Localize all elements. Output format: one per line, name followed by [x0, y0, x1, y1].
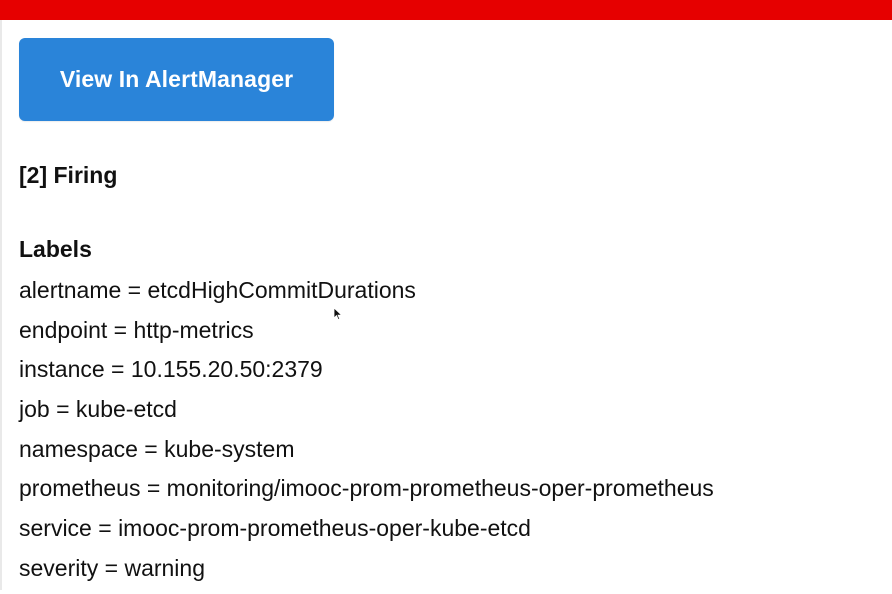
label-item-endpoint: endpoint = http-metrics: [19, 316, 254, 343]
label-item-instance: instance = 10.155.20.50:2379: [19, 356, 323, 383]
label-item-alertname: alertname = etcdHighCommitDurations: [19, 277, 416, 303]
mouse-cursor-icon: [333, 307, 343, 321]
top-alert-bar: [0, 0, 892, 20]
firing-count-heading: [2] Firing: [19, 162, 118, 188]
label-item-job: job = kube-etcd: [19, 396, 177, 423]
label-item-service: service = imooc-prom-prometheus-oper-kub…: [19, 515, 531, 542]
labels-list: alertname = etcdHighCommitDurations endp…: [19, 276, 714, 594]
left-border: [0, 20, 2, 590]
label-item-prometheus: prometheus = monitoring/imooc-prom-prome…: [19, 475, 714, 502]
label-item-severity: severity = warning: [19, 554, 205, 581]
labels-heading: Labels: [19, 236, 92, 262]
label-item-namespace: namespace = kube-system: [19, 435, 295, 462]
view-in-alertmanager-button[interactable]: View In AlertManager: [19, 38, 334, 121]
